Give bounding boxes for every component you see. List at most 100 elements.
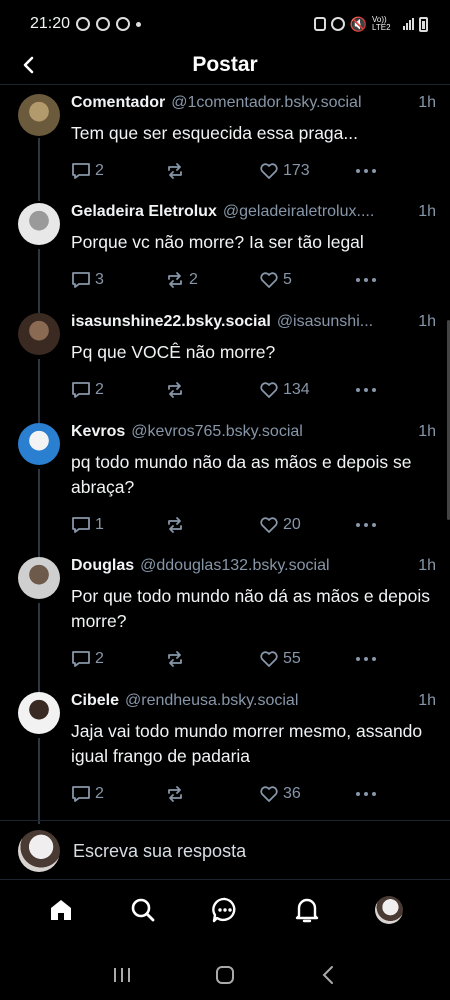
thread-post[interactable]: Comentador @1comentador.bsky.social 1h Tem … — [0, 85, 450, 201]
like-button[interactable]: 173 — [259, 162, 355, 180]
reply-button[interactable]: 2 — [71, 162, 165, 180]
repost-count: 2 — [189, 271, 198, 288]
nav-notifications[interactable] — [285, 888, 329, 932]
signal-icon — [403, 18, 414, 30]
recents-button[interactable] — [102, 955, 142, 995]
mute-icon: 🔇 — [349, 15, 367, 32]
repost-button[interactable] — [165, 785, 259, 803]
author-avatar[interactable] — [18, 423, 60, 465]
reply-count: 2 — [95, 650, 104, 667]
thread-post[interactable]: Kevros @kevros765.bsky.social 1h pq todo mu… — [0, 414, 450, 557]
nav-home[interactable] — [39, 888, 83, 932]
repost-button[interactable] — [165, 381, 259, 399]
like-count: 20 — [283, 516, 301, 533]
repost-icon — [168, 382, 182, 398]
author-avatar[interactable] — [18, 557, 60, 599]
author-avatar[interactable] — [18, 692, 60, 734]
more-options-icon — [356, 657, 376, 661]
status-time: 21:20 — [30, 15, 71, 32]
post-text: Jaja vai todo mundo morrer mesmo, assand… — [71, 721, 423, 766]
reply-input[interactable]: Escreva sua resposta — [73, 841, 246, 862]
author-name[interactable]: Geladeira Eletrolux — [71, 203, 217, 221]
thread-post[interactable]: Geladeira Eletrolux @geladeiraletrolux...… — [0, 194, 450, 313]
author-avatar[interactable] — [18, 94, 60, 136]
home-button[interactable] — [205, 955, 245, 995]
post-header: Cibele @rendheusa.bsky.social 1h — [71, 692, 438, 718]
reply-button[interactable]: 2 — [71, 381, 165, 399]
heart-icon — [260, 163, 278, 179]
more-options-icon — [356, 388, 376, 392]
author-handle[interactable]: @kevros765.bsky.social — [131, 423, 410, 441]
more-options-button[interactable] — [355, 791, 377, 797]
heart-icon — [260, 272, 278, 288]
author-name[interactable]: Kevros — [71, 423, 125, 441]
reply-bar[interactable]: Escreva sua resposta — [0, 825, 450, 877]
reply-button[interactable]: 1 — [71, 516, 165, 534]
bell-icon — [295, 898, 319, 923]
nav-chat[interactable] — [203, 888, 247, 932]
search-icon — [131, 898, 155, 922]
thread-connector — [38, 469, 40, 557]
reply-button[interactable]: 2 — [71, 785, 165, 803]
author-avatar[interactable] — [18, 203, 60, 245]
nav-search[interactable] — [121, 888, 165, 932]
like-count: 173 — [283, 162, 310, 179]
app-notification-icon — [116, 17, 131, 31]
author-name[interactable]: Cibele — [71, 692, 119, 710]
like-button[interactable]: 36 — [259, 785, 355, 803]
nav-profile[interactable] — [367, 888, 411, 932]
like-count: 5 — [283, 271, 292, 288]
network-label: Vo)) LTE2 — [372, 15, 391, 32]
author-name[interactable]: Comentador — [71, 94, 165, 112]
alarm-icon — [330, 17, 345, 31]
post-time: 1h — [418, 692, 436, 709]
more-options-button[interactable] — [355, 277, 377, 283]
more-options-button[interactable] — [355, 387, 377, 393]
heart-icon — [260, 651, 278, 667]
app-notification-icon — [76, 17, 91, 31]
more-options-button[interactable] — [355, 656, 377, 662]
author-name[interactable]: isasunshine22.bsky.social — [71, 313, 271, 331]
repost-button[interactable] — [165, 516, 259, 534]
more-options-button[interactable] — [355, 168, 377, 174]
status-bar: 21:20 🔇 Vo)) LTE2 — [0, 0, 450, 48]
system-back-button[interactable] — [308, 955, 348, 995]
thread-post[interactable]: isasunshine22.bsky.social @isasunshi... 1h… — [0, 304, 450, 423]
thread-connector — [38, 738, 40, 824]
post-header: Kevros @kevros765.bsky.social 1h — [71, 423, 438, 449]
thread-connector — [38, 603, 40, 692]
post-time: 1h — [418, 423, 436, 440]
more-options-icon — [356, 169, 376, 173]
home-circle-icon — [215, 966, 234, 984]
like-button[interactable]: 55 — [259, 650, 355, 668]
repost-button[interactable]: 2 — [165, 271, 259, 289]
reply-icon — [72, 786, 90, 802]
like-button[interactable]: 20 — [259, 516, 355, 534]
author-name[interactable]: Douglas — [71, 557, 134, 575]
reply-button[interactable]: 2 — [71, 650, 165, 668]
thread-post[interactable]: Cibele @rendheusa.bsky.social 1h Jaja vai t… — [0, 683, 450, 824]
back-button[interactable] — [14, 50, 44, 80]
repost-button[interactable] — [165, 650, 259, 668]
reply-button[interactable]: 3 — [71, 271, 165, 289]
more-options-button[interactable] — [355, 522, 377, 528]
like-count: 36 — [283, 785, 301, 802]
recents-icon — [113, 968, 130, 982]
home-icon — [51, 900, 71, 920]
author-handle[interactable]: @1comentador.bsky.social — [171, 94, 410, 112]
post-time: 1h — [418, 94, 436, 111]
battery-saver-icon — [313, 17, 326, 31]
author-handle[interactable]: @ddouglas132.bsky.social — [140, 557, 410, 575]
like-button[interactable]: 5 — [259, 271, 355, 289]
status-bar-right: 🔇 Vo)) LTE2 — [313, 15, 428, 33]
author-avatar[interactable] — [18, 313, 60, 355]
like-button[interactable]: 134 — [259, 381, 355, 399]
author-handle[interactable]: @isasunshi... — [277, 313, 410, 331]
post-text: pq todo mundo não da as mãos e depois se… — [71, 452, 412, 497]
thread-post[interactable]: Douglas @ddouglas132.bsky.social 1h Por que… — [0, 548, 450, 692]
author-handle[interactable]: @rendheusa.bsky.social — [125, 692, 410, 710]
more-options-icon — [356, 278, 376, 282]
repost-icon — [168, 163, 182, 179]
repost-button[interactable] — [165, 162, 259, 180]
author-handle[interactable]: @geladeiraletrolux.... — [223, 203, 410, 221]
